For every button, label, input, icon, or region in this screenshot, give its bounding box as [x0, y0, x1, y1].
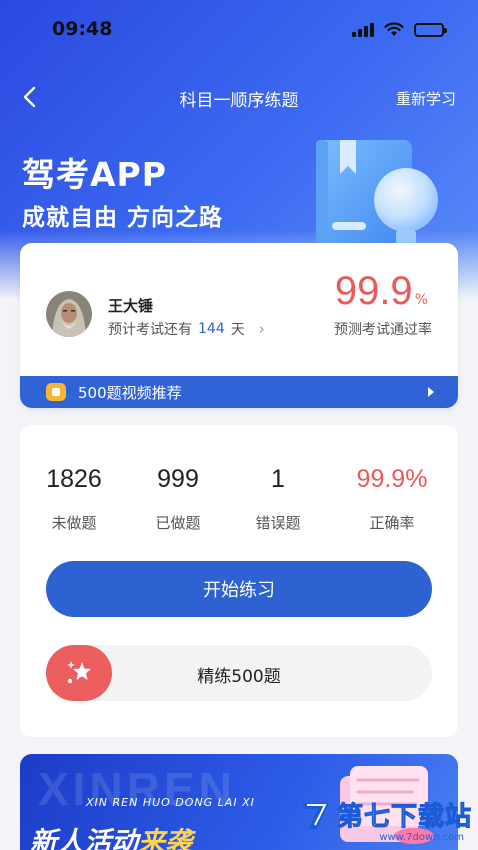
- stat-wrong[interactable]: 1 错误题: [228, 465, 328, 533]
- play-arrow-icon: [428, 387, 434, 397]
- wifi-icon: [384, 22, 404, 36]
- chevron-right-icon: ›: [258, 320, 265, 338]
- status-time: 09:48: [52, 18, 113, 40]
- predicted-pass-rate: 99.9 %: [335, 269, 428, 314]
- video-recommend-bar[interactable]: 500题视频推荐: [20, 376, 458, 408]
- stat-label: 未做题: [51, 514, 97, 532]
- watermark-url: www.7down.com: [379, 832, 464, 843]
- start-practice-button[interactable]: 开始练习: [46, 561, 432, 617]
- stats-card: 1826 未做题 999 已做题 1 错误题 99.9% 正确率 开始练习 精练…: [20, 425, 458, 737]
- exam-prefix: 预计考试还有: [108, 322, 192, 338]
- stat-value: 1: [271, 465, 285, 493]
- pass-rate-label: 预测考试通过率: [334, 322, 432, 338]
- hero-title: 驾考APP: [22, 155, 167, 194]
- user-card: 王大锤 预计考试还有 144 天 › 99.9 % 预测考试通过率 500题视频…: [20, 243, 458, 408]
- signal-icon: [352, 23, 374, 37]
- stat-value: 99.9%: [356, 465, 428, 493]
- stat-undone[interactable]: 1826 未做题: [24, 465, 124, 533]
- status-icons: [352, 22, 447, 37]
- stat-label: 已做题: [155, 514, 201, 532]
- banner-title-main: 新人活动: [30, 827, 138, 850]
- watermark-text: 第七下载站: [336, 802, 472, 833]
- exam-countdown[interactable]: 预计考试还有 144 天 ›: [108, 319, 265, 339]
- exam-days-value: 144: [198, 321, 225, 337]
- banner-title-highlight: 来袭: [138, 827, 192, 850]
- stat-value: 1826: [46, 465, 102, 493]
- user-name: 王大锤: [108, 297, 154, 315]
- stat-label: 正确率: [369, 514, 415, 532]
- video-recommend-label: 500题视频推荐: [78, 383, 182, 402]
- banner-pinyin: XIN REN HUO DONG LAI XI: [86, 796, 255, 809]
- drill-label: 精练500题: [197, 667, 281, 687]
- restart-learning-button[interactable]: 重新学习: [396, 88, 456, 109]
- watermark: 第七下载站 www.7down.com: [299, 796, 472, 843]
- watermark-logo-icon: [302, 802, 329, 829]
- stat-label: 错误题: [255, 514, 301, 532]
- stat-value: 999: [157, 465, 199, 493]
- avatar[interactable]: [46, 291, 92, 337]
- stat-accuracy[interactable]: 99.9% 正确率: [342, 465, 442, 533]
- book-lightbulb-illustration: [316, 140, 438, 250]
- drill-500-button[interactable]: 精练500题: [46, 645, 432, 701]
- nav-bar: 科目一顺序练题 重新学习: [0, 80, 478, 116]
- battery-icon: [414, 23, 447, 37]
- video-icon: [46, 383, 66, 401]
- pass-rate-unit: %: [414, 292, 428, 308]
- hero-subtitle: 成就自由 方向之路: [22, 205, 224, 231]
- exam-suffix: 天: [230, 322, 245, 338]
- status-bar: 09:48: [0, 0, 478, 62]
- pass-rate-value: 99.9: [334, 269, 413, 313]
- stat-done[interactable]: 999 已做题: [128, 465, 228, 533]
- banner-title: 新人活动来袭: [30, 820, 192, 850]
